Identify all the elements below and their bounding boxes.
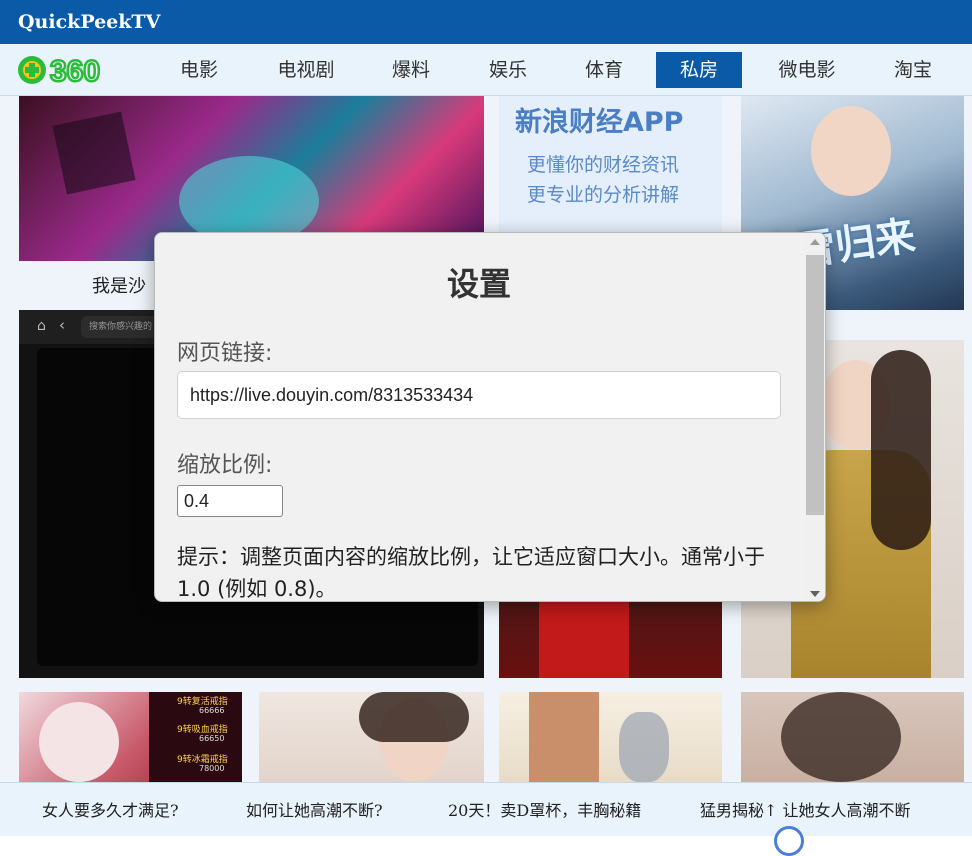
thumbnail-game-rings[interactable]: 9转复活戒指 66666 9转吸血戒指 66650 9转冰霜戒指 78000 — [19, 692, 242, 782]
nav-item-taobao[interactable]: 淘宝 — [876, 52, 950, 88]
game-badge-value-2: 66650 — [199, 734, 225, 743]
ad-card-sina-finance[interactable]: 新浪财经APP 更懂你的财经资讯 更专业的分析讲解 — [499, 96, 722, 234]
scroll-up-icon[interactable] — [810, 239, 820, 245]
thumbnail-woman-2[interactable] — [259, 692, 484, 782]
window-title: QuickPeekTV — [0, 0, 972, 44]
logo-text: 360 — [50, 55, 100, 86]
nav-item-private[interactable]: 私房 — [656, 52, 742, 88]
nav-item-movies[interactable]: 电影 — [162, 52, 236, 88]
bottom-link-4[interactable]: 猛男揭秘↑ 让她女人高潮不断 — [700, 797, 911, 821]
360-logo[interactable]: 360 — [16, 54, 128, 89]
nav-item-gossip[interactable]: 爆料 — [376, 52, 446, 88]
game-badge-value-3: 78000 — [199, 764, 225, 773]
bottom-link-1[interactable]: 女人要多久才满足? — [42, 797, 179, 821]
ad-line-1: 更懂你的财经资讯 — [527, 154, 680, 176]
nav-item-tv-series[interactable]: 电视剧 — [264, 52, 348, 88]
back-icon: ‹ — [59, 316, 65, 334]
thumbnail-fitness[interactable] — [499, 692, 722, 782]
bottom-link-2[interactable]: 如何让她高潮不断? — [246, 797, 383, 821]
url-label: 网页链接: — [177, 341, 273, 366]
ad-line-2: 更专业的分析讲解 — [527, 184, 680, 206]
settings-dialog: 设置 网页链接: 缩放比例: 提示：调整页面内容的缩放比例，让它适应窗口大小。通… — [154, 232, 826, 602]
scale-input[interactable] — [177, 485, 283, 517]
scroll-thumb[interactable] — [806, 255, 824, 515]
scroll-down-icon[interactable] — [810, 591, 820, 597]
nav-bar: 360 电影 电视剧 爆料 娱乐 体育 私房 微电影 淘宝 — [0, 44, 972, 96]
nav-item-entertainment[interactable]: 娱乐 — [472, 52, 544, 88]
thumbnail-caption[interactable]: 我是沙 — [92, 272, 146, 298]
loading-icon — [774, 826, 804, 856]
nav-item-micro-film[interactable]: 微电影 — [764, 52, 850, 88]
game-badge-value-1: 66666 — [199, 706, 225, 715]
scale-label: 缩放比例: — [177, 453, 273, 478]
dialog-scrollbar[interactable] — [805, 233, 825, 601]
ad-title: 新浪财经APP — [515, 107, 684, 138]
dialog-title: 设置 — [446, 265, 511, 303]
hint-text: 提示：调整页面内容的缩放比例，让它适应窗口大小。通常小于 1.0 (例如 0.8… — [177, 545, 765, 601]
thumbnail-woman-3[interactable] — [741, 692, 964, 782]
bottom-links-bar: 女人要多久才满足? 如何让她高潮不断? 20天！卖D罩杯，丰胸秘籍 猛男揭秘↑ … — [0, 782, 972, 836]
nav-item-sports[interactable]: 体育 — [568, 52, 640, 88]
bottom-link-3[interactable]: 20天！卖D罩杯，丰胸秘籍 — [448, 797, 641, 821]
url-input[interactable] — [177, 371, 781, 419]
home-icon: ⌂ — [37, 318, 46, 334]
